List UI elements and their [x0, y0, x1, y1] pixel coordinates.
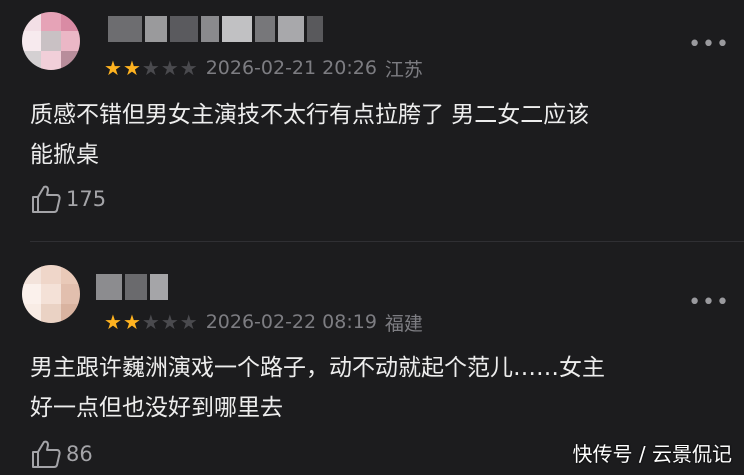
like-count: 175: [66, 187, 107, 211]
comment-date: 2026-02-21 20:26: [205, 57, 377, 79]
comment-meta: ★ ★ ★ ★ ★ 2026-02-22 08:19 福建: [104, 310, 423, 335]
username-blurred[interactable]: [96, 274, 168, 300]
username-blurred[interactable]: [108, 16, 323, 42]
comment-location: 福建: [384, 312, 423, 335]
star-empty-icon: ★: [160, 310, 179, 334]
thumbs-up-icon: [32, 185, 61, 213]
thumbs-up-icon: [32, 440, 61, 468]
like-count: 86: [66, 442, 93, 466]
comment-item: ••• ★ ★ ★ ★ ★ 2026-02-21 20:26 江苏 质感不错但男女主演技…: [0, 0, 744, 241]
comment-date: 2026-02-22 08:19: [205, 311, 377, 333]
comment-location: 江苏: [384, 58, 423, 81]
more-options-icon[interactable]: •••: [688, 34, 730, 56]
comment-text: 男主跟许巍洲演戏一个路子，动不动就起个范儿……女主 好一点但也没好到哪里去: [30, 355, 605, 421]
avatar[interactable]: [22, 265, 80, 323]
star-filled-icon: ★: [104, 310, 122, 334]
more-options-icon[interactable]: •••: [688, 292, 730, 314]
star-filled-icon: ★: [104, 56, 122, 80]
avatar[interactable]: [22, 12, 80, 70]
rating-stars: ★ ★ ★ ★ ★: [104, 58, 198, 78]
watermark: 快传号 / 云景侃记: [572, 442, 732, 466]
like-button[interactable]: 175: [30, 184, 106, 214]
star-filled-icon: ★: [122, 56, 141, 80]
star-empty-icon: ★: [179, 310, 198, 334]
star-empty-icon: ★: [141, 56, 160, 80]
like-button[interactable]: 86: [30, 439, 93, 469]
star-empty-icon: ★: [160, 56, 179, 80]
comment-meta: ★ ★ ★ ★ ★ 2026-02-21 20:26 江苏: [104, 56, 423, 81]
comment-text: 质感不错但男女主演技不太行有点拉胯了 男二女二应该 能掀桌: [30, 102, 590, 168]
star-filled-icon: ★: [122, 310, 141, 334]
star-empty-icon: ★: [179, 56, 198, 80]
rating-stars: ★ ★ ★ ★ ★: [104, 312, 198, 332]
star-empty-icon: ★: [141, 310, 160, 334]
